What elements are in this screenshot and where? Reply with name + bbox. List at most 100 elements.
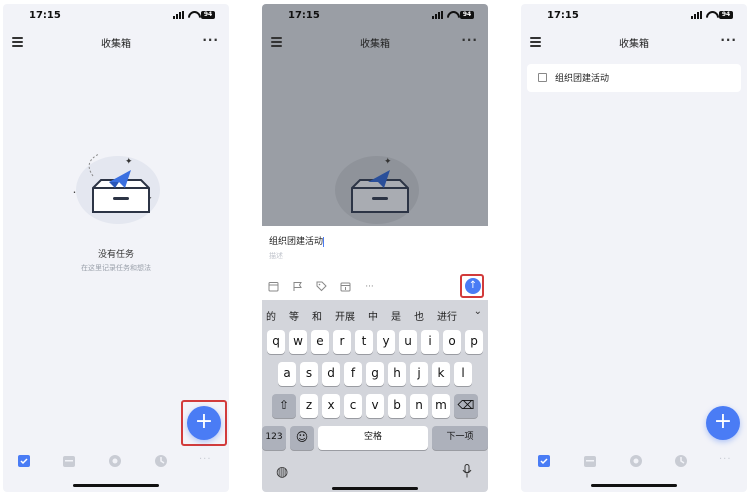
numbers-key[interactable]: 123 xyxy=(262,426,286,450)
candidate-item[interactable]: 也 xyxy=(414,308,424,323)
task-item[interactable]: 组织团建活动 xyxy=(527,64,741,92)
calendar-tab-icon[interactable] xyxy=(62,454,76,468)
key-row-4: 123 ☺ 空格 下一项 xyxy=(262,426,488,450)
wifi-icon xyxy=(188,11,197,19)
candidate-item[interactable]: 的 xyxy=(266,308,276,323)
battery-icon: 94 xyxy=(719,11,733,19)
habit-tab-icon[interactable] xyxy=(154,454,168,468)
page-title: 收集箱 xyxy=(619,39,649,50)
more-icon[interactable]: ··· xyxy=(202,33,219,47)
nav-bar: 收集箱 ··· xyxy=(3,32,229,56)
key-t[interactable]: t xyxy=(355,330,373,354)
toolbar-more-icon[interactable]: ··· xyxy=(364,282,375,292)
screen-add-task: 17:15 94 收集箱 ··· ✦ 组织团建活动 描述 ··· ↑ 的 等 和… xyxy=(262,4,488,492)
battery-icon: 94 xyxy=(460,11,474,19)
backspace-icon[interactable]: ⌫ xyxy=(454,394,478,418)
candidate-item[interactable]: 是 xyxy=(391,308,401,323)
svg-text:✦: ✦ xyxy=(384,157,392,167)
key-d[interactable]: d xyxy=(322,362,340,386)
calendar-tab-icon[interactable] xyxy=(583,454,597,468)
description-input[interactable]: 描述 xyxy=(269,251,283,261)
key-h[interactable]: h xyxy=(388,362,406,386)
key-z[interactable]: z xyxy=(300,394,318,418)
inbox-illustration: ✦ xyxy=(335,156,419,224)
mic-icon[interactable] xyxy=(462,464,472,478)
tab-bar: ··· xyxy=(3,452,229,472)
candidate-item[interactable]: 进行 xyxy=(437,308,457,323)
focus-tab-icon[interactable] xyxy=(108,454,122,468)
emoji-icon[interactable]: ☺ xyxy=(290,426,314,450)
space-key[interactable]: 空格 xyxy=(318,426,428,450)
key-c[interactable]: c xyxy=(344,394,362,418)
page-title: 收集箱 xyxy=(360,39,390,50)
key-i[interactable]: i xyxy=(421,330,439,354)
svg-text:•: • xyxy=(73,190,76,196)
key-v[interactable]: v xyxy=(366,394,384,418)
key-r[interactable]: r xyxy=(333,330,351,354)
key-f[interactable]: f xyxy=(344,362,362,386)
next-key[interactable]: 下一项 xyxy=(432,426,488,450)
task-checkbox[interactable] xyxy=(538,73,547,82)
globe-icon[interactable]: ◍ xyxy=(276,464,288,480)
candidate-item[interactable]: 开展 xyxy=(335,308,355,323)
status-bar: 17:15 94 xyxy=(3,4,229,28)
more-icon[interactable]: ··· xyxy=(720,33,737,47)
key-x[interactable]: x xyxy=(322,394,340,418)
task-toolbar: ··· xyxy=(268,281,375,292)
battery-icon: 94 xyxy=(201,11,215,19)
status-bar: 17:15 94 xyxy=(262,4,488,28)
tag-icon[interactable] xyxy=(316,281,327,292)
nav-bar: 收集箱 ··· xyxy=(262,32,488,56)
home-indicator xyxy=(332,487,418,490)
key-y[interactable]: y xyxy=(377,330,395,354)
shift-icon[interactable]: ⇧ xyxy=(272,394,296,418)
text-cursor xyxy=(323,236,325,247)
task-title-value: 组织团建活动 xyxy=(269,237,324,247)
key-u[interactable]: u xyxy=(399,330,417,354)
status-time: 17:15 xyxy=(29,10,61,21)
key-j[interactable]: j xyxy=(410,362,428,386)
add-task-button[interactable]: + xyxy=(187,406,221,440)
signal-icon xyxy=(691,11,702,19)
more-tab-icon[interactable]: ··· xyxy=(719,454,733,468)
add-task-button[interactable]: + xyxy=(706,406,740,440)
key-s[interactable]: s xyxy=(300,362,318,386)
key-p[interactable]: p xyxy=(465,330,483,354)
key-a[interactable]: a xyxy=(278,362,296,386)
key-q[interactable]: q xyxy=(267,330,285,354)
empty-subtitle: 在这里记录任务和想法 xyxy=(81,264,151,272)
candidate-item[interactable]: 中 xyxy=(368,308,378,323)
key-w[interactable]: w xyxy=(289,330,307,354)
dim-overlay[interactable]: 17:15 94 收集箱 ··· ✦ xyxy=(262,4,488,226)
send-icon[interactable]: ↑ xyxy=(465,278,481,294)
focus-tab-icon[interactable] xyxy=(629,454,643,468)
key-g[interactable]: g xyxy=(366,362,384,386)
flag-icon[interactable] xyxy=(292,281,303,292)
candidate-item[interactable]: 等 xyxy=(289,308,299,323)
status-bar: 17:15 94 xyxy=(521,4,747,28)
key-l[interactable]: l xyxy=(454,362,472,386)
signal-icon xyxy=(432,11,443,19)
key-o[interactable]: o xyxy=(443,330,461,354)
nav-bar: 收集箱 ··· xyxy=(521,32,747,56)
key-m[interactable]: m xyxy=(432,394,450,418)
key-row-1: q w e r t y u i o p xyxy=(262,330,488,354)
task-title-input[interactable]: 组织团建活动 xyxy=(269,234,325,247)
checkbox-tab-icon[interactable] xyxy=(17,454,31,468)
key-n[interactable]: n xyxy=(410,394,428,418)
candidate-item[interactable]: 和 xyxy=(312,308,322,323)
wifi-icon xyxy=(706,11,715,19)
template-icon[interactable] xyxy=(340,281,351,292)
more-tab-icon[interactable]: ··· xyxy=(199,454,213,468)
key-b[interactable]: b xyxy=(388,394,406,418)
chevron-down-icon[interactable]: ⌄ xyxy=(474,306,482,317)
checkbox-tab-icon[interactable] xyxy=(537,454,551,468)
habit-tab-icon[interactable] xyxy=(674,454,688,468)
key-k[interactable]: k xyxy=(432,362,450,386)
status-time: 17:15 xyxy=(288,10,320,21)
key-e[interactable]: e xyxy=(311,330,329,354)
key-row-3: ⇧ z x c v b n m ⌫ xyxy=(262,394,488,418)
status-time: 17:15 xyxy=(547,10,579,21)
screen-inbox-with-task: 17:15 94 收集箱 ··· 组织团建活动 + ··· xyxy=(521,4,747,492)
calendar-icon[interactable] xyxy=(268,281,279,292)
